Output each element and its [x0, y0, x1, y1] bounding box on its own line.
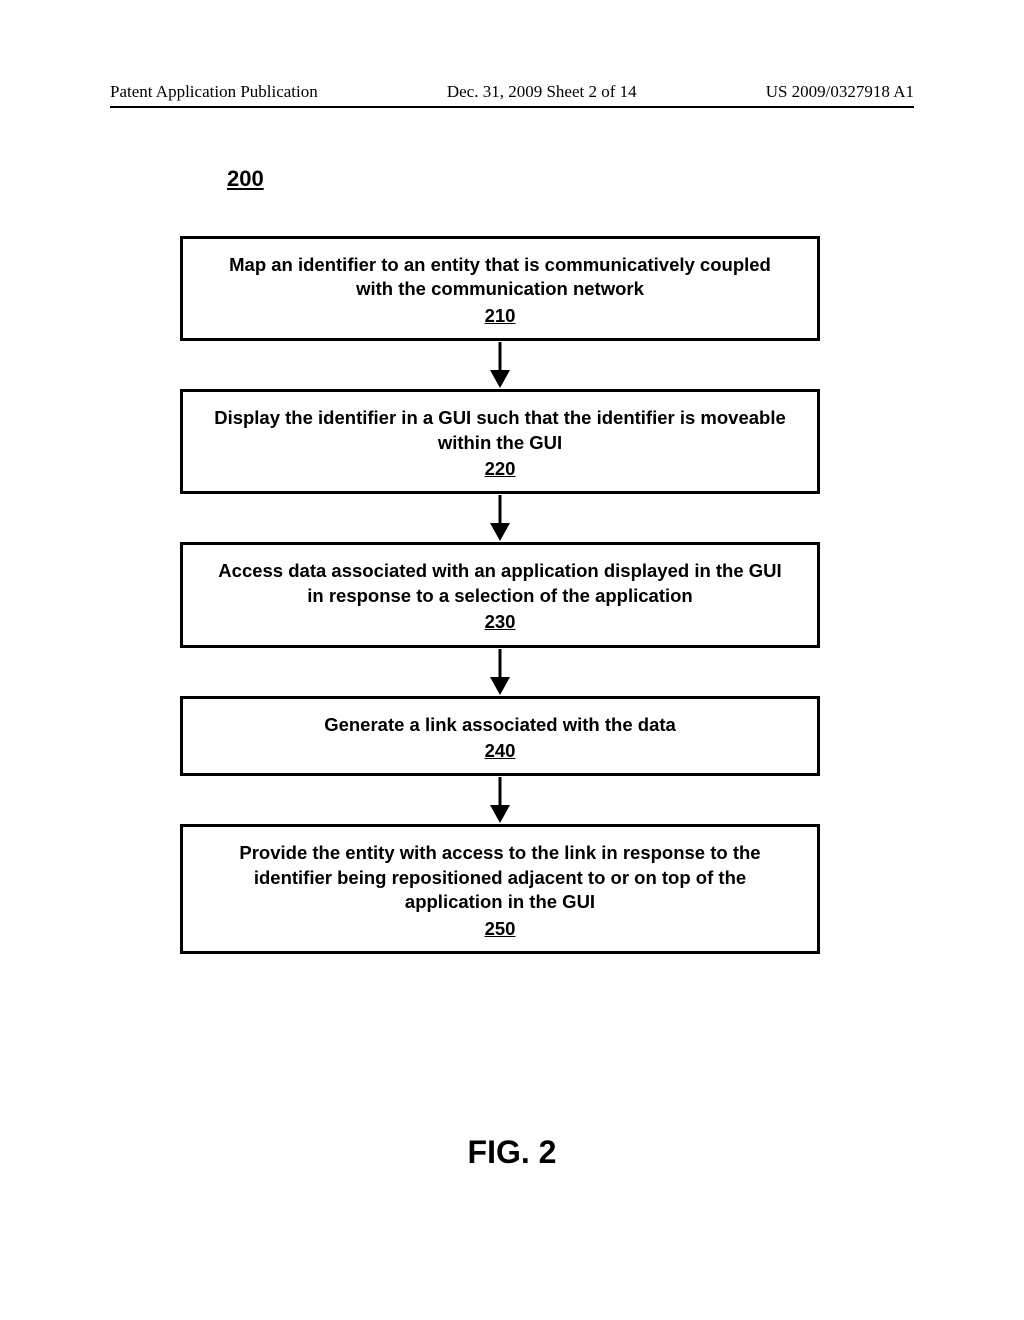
flow-step-ref: 210	[209, 304, 791, 328]
header-rule	[110, 106, 914, 108]
flow-arrow	[180, 341, 820, 389]
flow-step-240: Generate a link associated with the data…	[180, 696, 820, 777]
flow-step-text: Access data associated with an applicati…	[218, 560, 781, 605]
flow-arrow	[180, 776, 820, 824]
arrow-down-icon	[488, 649, 512, 695]
arrow-down-icon	[488, 342, 512, 388]
flow-step-ref: 230	[209, 610, 791, 634]
flow-step-210: Map an identifier to an entity that is c…	[180, 236, 820, 341]
figure-caption: FIG. 2	[0, 1134, 1024, 1171]
flow-arrow	[180, 494, 820, 542]
flow-step-text: Map an identifier to an entity that is c…	[229, 254, 771, 299]
flow-step-ref: 220	[209, 457, 791, 481]
flow-step-text: Display the identifier in a GUI such tha…	[214, 407, 786, 452]
header-left: Patent Application Publication	[110, 82, 318, 102]
flow-step-230: Access data associated with an applicati…	[180, 542, 820, 647]
flow-step-text: Generate a link associated with the data	[324, 714, 676, 735]
flow-step-220: Display the identifier in a GUI such tha…	[180, 389, 820, 494]
flow-step-250: Provide the entity with access to the li…	[180, 824, 820, 954]
flow-step-text: Provide the entity with access to the li…	[239, 842, 760, 912]
page-header: Patent Application Publication Dec. 31, …	[110, 82, 914, 102]
flowchart: Map an identifier to an entity that is c…	[180, 236, 820, 954]
flow-step-ref: 250	[209, 917, 791, 941]
flow-arrow	[180, 648, 820, 696]
flow-step-ref: 240	[209, 739, 791, 763]
figure-reference-number: 200	[227, 166, 264, 192]
arrow-down-icon	[488, 777, 512, 823]
arrow-down-icon	[488, 495, 512, 541]
header-right: US 2009/0327918 A1	[766, 82, 914, 102]
header-center: Dec. 31, 2009 Sheet 2 of 14	[447, 82, 637, 102]
